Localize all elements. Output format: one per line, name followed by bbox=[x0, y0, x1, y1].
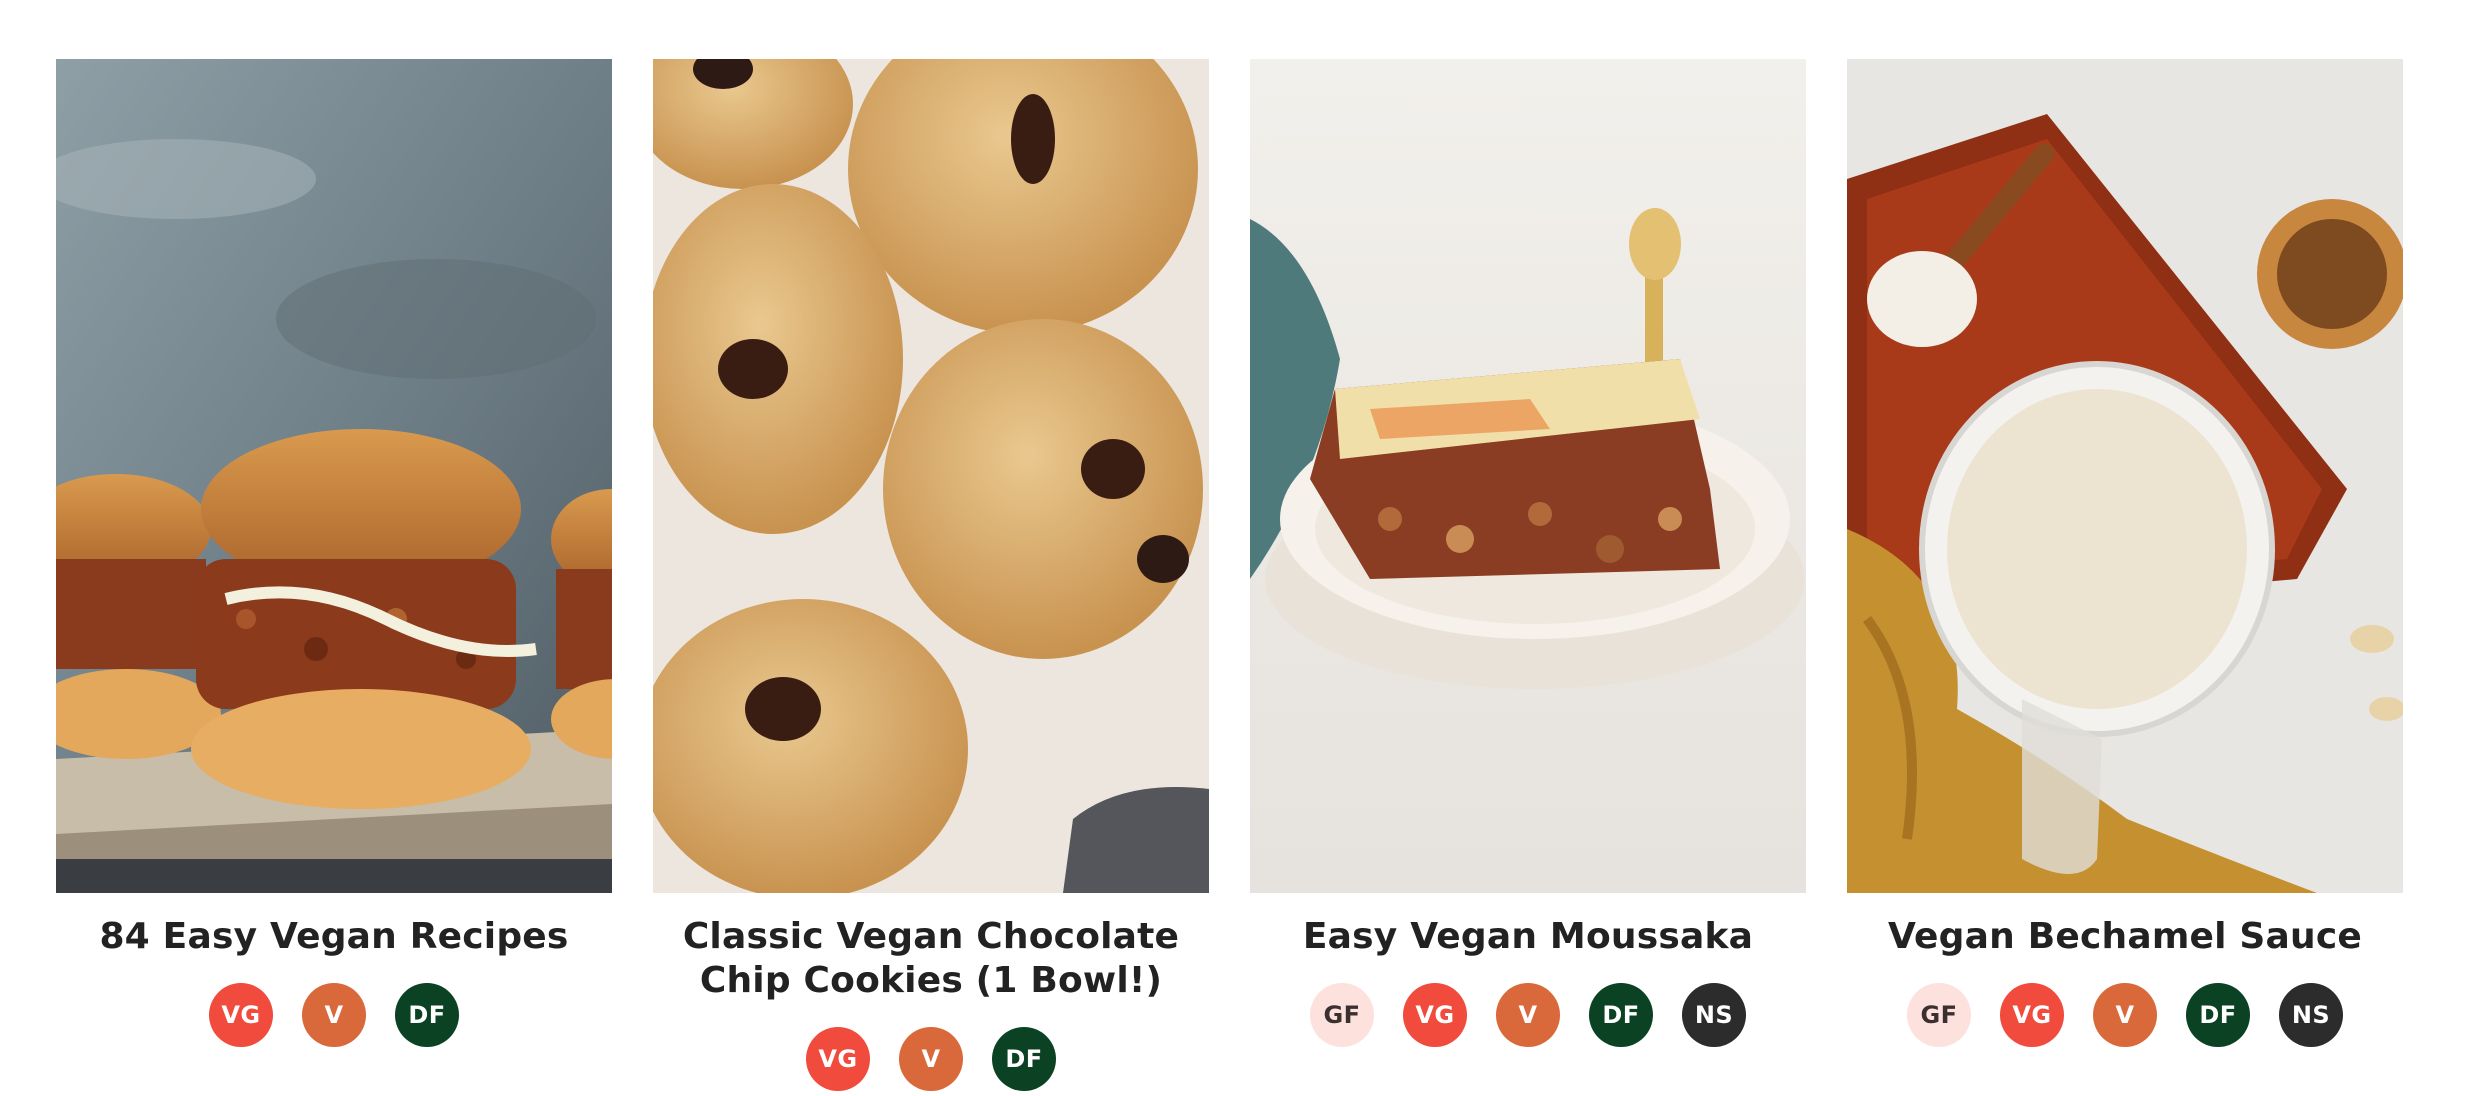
recipe-title[interactable]: Classic Vegan Chocolate Chip Cookies (1 … bbox=[671, 915, 1191, 1003]
recipe-title[interactable]: Vegan Bechamel Sauce bbox=[1865, 915, 2385, 959]
badge-gluten-free[interactable]: GF bbox=[1310, 983, 1374, 1047]
badge-vegan[interactable]: VG bbox=[2000, 983, 2064, 1047]
badge-dairy-free[interactable]: DF bbox=[2186, 983, 2250, 1047]
recipe-photo[interactable] bbox=[1847, 59, 2403, 893]
diet-badges: GF VG V DF NS bbox=[1907, 983, 2343, 1047]
badge-dairy-free[interactable]: DF bbox=[395, 983, 459, 1047]
badge-nut-free[interactable]: NS bbox=[2279, 983, 2343, 1047]
recipe-grid: 84 Easy Vegan Recipes VG V DF Classic Ve… bbox=[56, 59, 2403, 1091]
badge-vegetarian[interactable]: V bbox=[1496, 983, 1560, 1047]
badge-dairy-free[interactable]: DF bbox=[1589, 983, 1653, 1047]
badge-dairy-free[interactable]: DF bbox=[992, 1027, 1056, 1091]
badge-gluten-free[interactable]: GF bbox=[1907, 983, 1971, 1047]
badge-vegan[interactable]: VG bbox=[806, 1027, 870, 1091]
recipe-photo[interactable] bbox=[1250, 59, 1806, 893]
recipe-card[interactable]: Classic Vegan Chocolate Chip Cookies (1 … bbox=[653, 59, 1209, 1091]
recipe-card[interactable]: Easy Vegan Moussaka GF VG V DF NS bbox=[1250, 59, 1806, 1091]
badge-vegan[interactable]: VG bbox=[209, 983, 273, 1047]
bechamel-image bbox=[1847, 59, 2403, 893]
badge-vegan[interactable]: VG bbox=[1403, 983, 1467, 1047]
sloppy-joe-image bbox=[56, 59, 612, 893]
recipe-title[interactable]: Easy Vegan Moussaka bbox=[1268, 915, 1788, 959]
recipe-title[interactable]: 84 Easy Vegan Recipes bbox=[74, 915, 594, 959]
recipe-card[interactable]: Vegan Bechamel Sauce GF VG V DF NS bbox=[1847, 59, 2403, 1091]
cookies-image bbox=[653, 59, 1209, 893]
recipe-card[interactable]: 84 Easy Vegan Recipes VG V DF bbox=[56, 59, 612, 1091]
moussaka-image bbox=[1250, 59, 1806, 893]
diet-badges: GF VG V DF NS bbox=[1310, 983, 1746, 1047]
badge-vegetarian[interactable]: V bbox=[302, 983, 366, 1047]
recipe-photo[interactable] bbox=[56, 59, 612, 893]
badge-vegetarian[interactable]: V bbox=[899, 1027, 963, 1091]
diet-badges: VG V DF bbox=[209, 983, 459, 1047]
badge-vegetarian[interactable]: V bbox=[2093, 983, 2157, 1047]
badge-nut-free[interactable]: NS bbox=[1682, 983, 1746, 1047]
diet-badges: VG V DF bbox=[806, 1027, 1056, 1091]
recipe-photo[interactable] bbox=[653, 59, 1209, 893]
